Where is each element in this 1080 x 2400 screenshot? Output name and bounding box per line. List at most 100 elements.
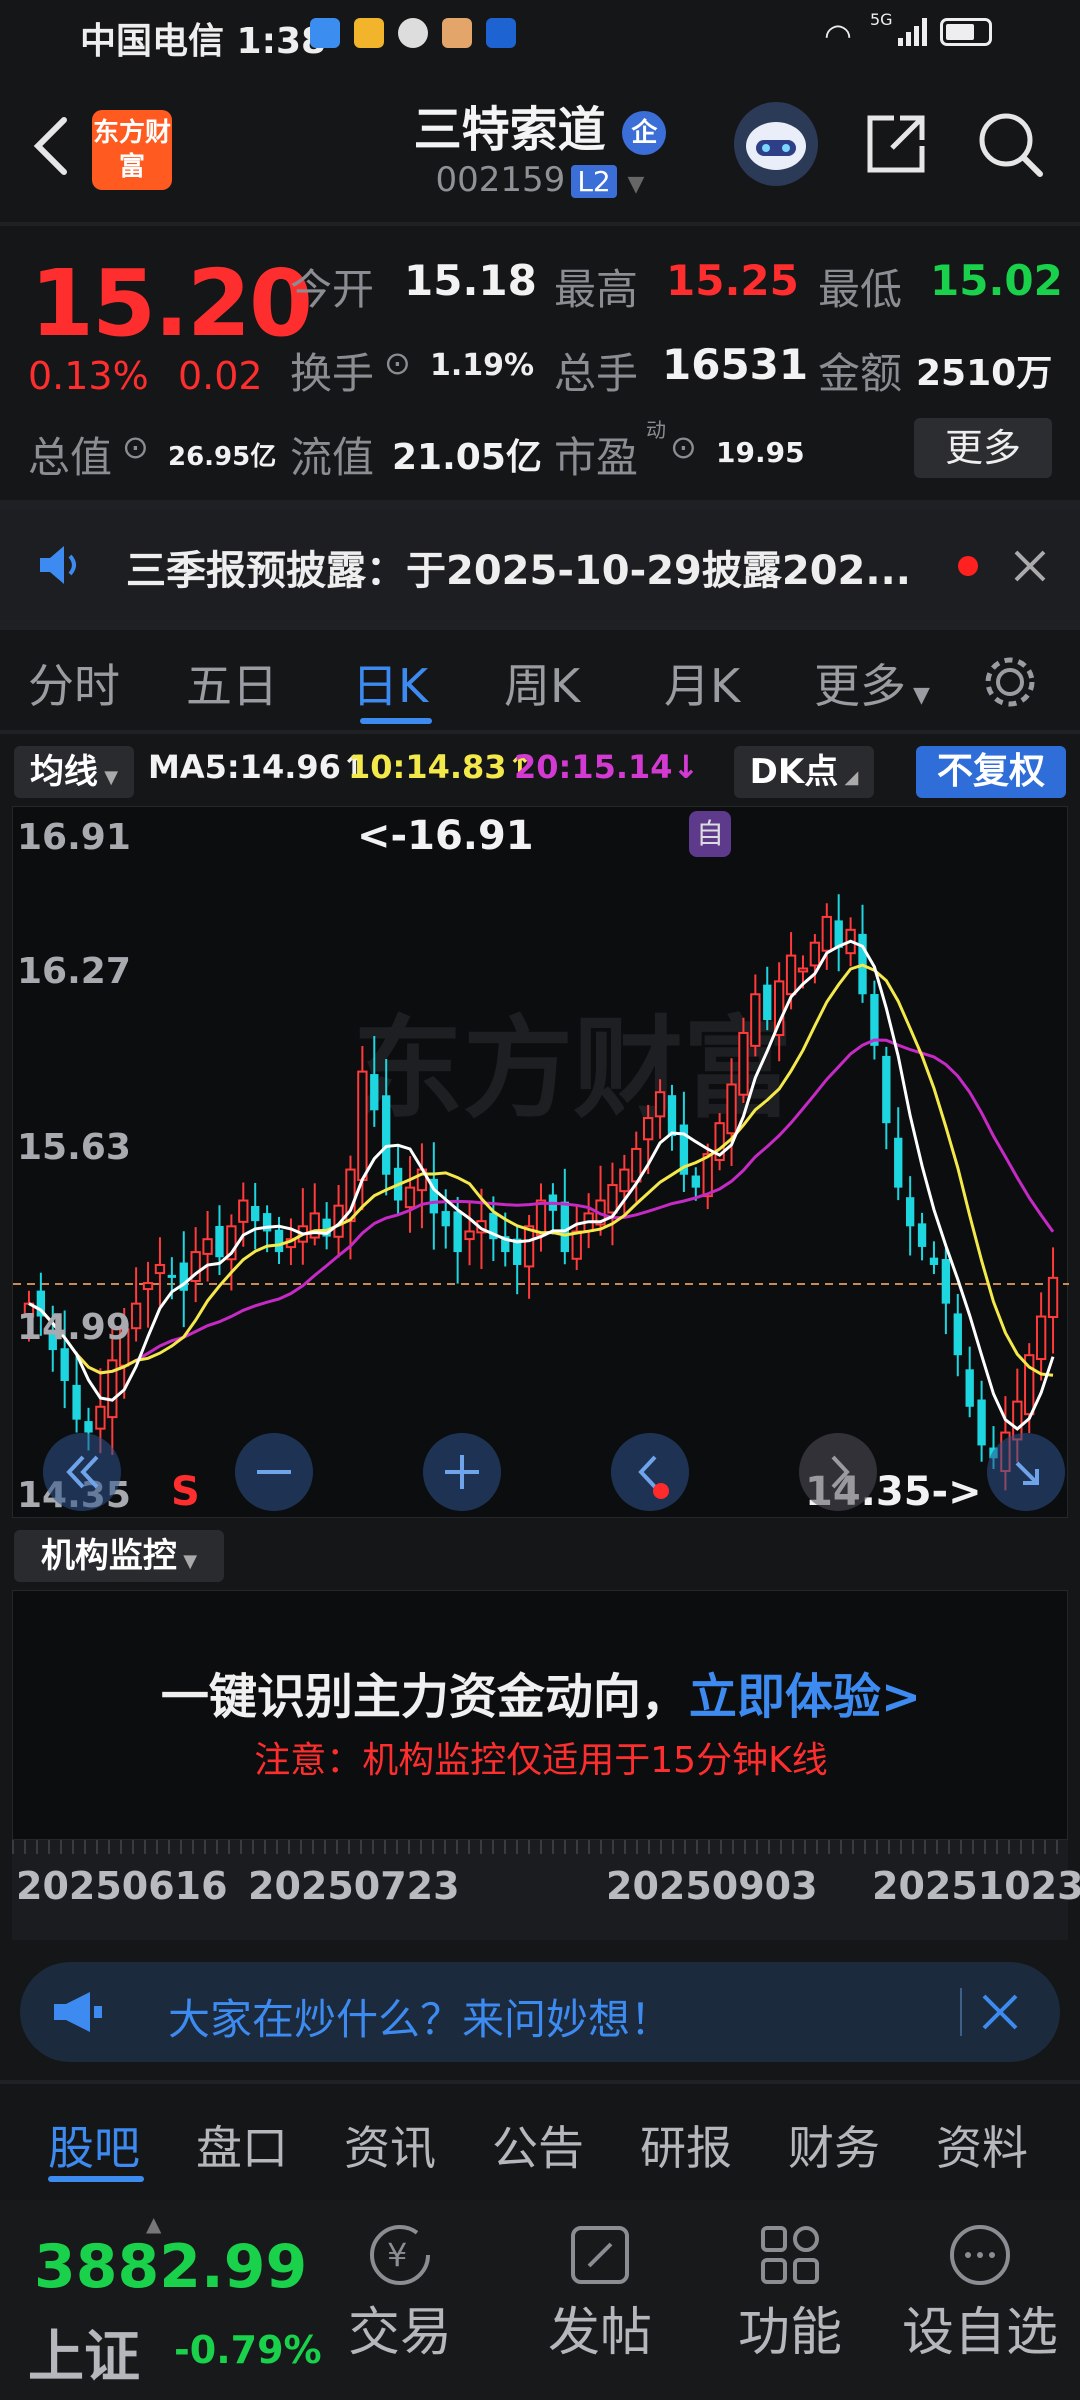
nav-functions-label: 功能 — [737, 2303, 842, 2363]
mcap-label: 总值 — [28, 433, 113, 482]
divider — [0, 500, 1080, 510]
more-button[interactable]: 更多 — [914, 418, 1052, 478]
candle-body — [154, 1263, 166, 1275]
battery-icon — [940, 18, 992, 46]
divider — [0, 222, 1080, 226]
tab-forum[interactable]: 股吧 — [48, 2112, 140, 2178]
candle-body — [977, 1399, 986, 1446]
high-value: 15.25 — [666, 256, 799, 305]
tab-profile[interactable]: 资料 — [936, 2112, 1028, 2178]
cloud-icon — [310, 18, 340, 48]
low-value: 15.02 — [930, 256, 1063, 305]
step-forward-button[interactable] — [799, 1433, 877, 1511]
bank-icon — [486, 18, 516, 48]
stock-code-text: 002159 — [435, 160, 566, 200]
edit-icon — [565, 2220, 635, 2290]
tab-financials[interactable]: 财务 — [788, 2112, 880, 2178]
candle-body — [607, 1184, 618, 1214]
active-tab-indicator — [360, 718, 432, 724]
nav-post[interactable]: 发帖 — [530, 2220, 670, 2365]
candle-body — [821, 915, 832, 952]
status-bar: 中国电信 1:38 ◠ 5G — [0, 0, 1080, 72]
index-change: -0.79% — [174, 2328, 322, 2372]
candle-body — [60, 1348, 69, 1381]
pe-sup: 动 — [646, 418, 666, 442]
notice-bar[interactable]: 三季报预披露：于2025-10-29披露202... — [0, 510, 1080, 620]
volume-label: 总手 — [554, 349, 639, 398]
low-label: 最低 — [818, 265, 903, 314]
candle-body — [72, 1384, 81, 1420]
tab-orderbook[interactable]: 盘口 — [196, 2112, 288, 2178]
nav-add-watchlist[interactable]: 设自选 — [890, 2220, 1070, 2365]
date-label-2: 20250723 — [248, 1864, 460, 1908]
divider — [0, 2080, 1080, 2084]
wifi-icon: ◠ — [824, 16, 852, 54]
info-icon[interactable]: ⊙ — [384, 344, 411, 382]
yen-icon: ¥ — [365, 2220, 435, 2290]
shield-icon — [354, 18, 384, 48]
stock-title: 三特索道 — [413, 102, 606, 158]
status-notification-icons — [310, 18, 516, 48]
change-amount: 0.02 — [178, 354, 263, 398]
divider — [0, 730, 1080, 734]
ask-bar[interactable]: 大家在炒什么？来问妙想！ — [20, 1962, 1060, 2062]
step-back-button[interactable] — [611, 1433, 689, 1511]
info-icon[interactable]: ⊙ — [670, 428, 697, 466]
candle-body — [965, 1369, 974, 1407]
zoom-out-button[interactable] — [235, 1433, 313, 1511]
tab-monthly-k[interactable]: 月K — [664, 650, 740, 716]
zoom-in-button[interactable] — [423, 1433, 501, 1511]
fq-button[interactable]: 不复权 — [916, 746, 1066, 798]
assistant-robot-icon[interactable] — [734, 102, 818, 186]
status-time: 中国电信 1:38 — [80, 21, 327, 62]
close-icon[interactable] — [980, 1992, 1020, 2032]
inst-headline: 一键识别主力资金动向， — [160, 1669, 689, 1725]
inst-cta-link[interactable]: 立即体验> — [689, 1669, 921, 1725]
candle-body — [702, 1153, 713, 1198]
share-icon[interactable] — [860, 108, 932, 180]
ma-select[interactable]: 均线 ▼ — [14, 746, 134, 798]
timeline-ticks — [12, 1840, 1068, 1854]
candle-body — [667, 1095, 677, 1137]
tab-announcements[interactable]: 公告 — [492, 2112, 584, 2178]
nav-trade[interactable]: ¥ 交易 — [330, 2220, 470, 2365]
inst-select[interactable]: 机构监控 ▼ — [14, 1530, 224, 1582]
candle-body — [905, 1197, 915, 1227]
ma-select-label: 均线 — [29, 752, 98, 792]
dk-point-select[interactable]: DK点 ◢ — [734, 746, 874, 798]
y-label-2: 16.27 — [17, 951, 131, 992]
tab-weekly-k[interactable]: 周K — [504, 650, 580, 716]
index-value[interactable]: 3882.99 — [34, 2232, 307, 2302]
close-icon[interactable] — [1010, 546, 1050, 586]
corner-icon: ◢ — [838, 767, 859, 788]
divider — [0, 620, 1080, 630]
tab-five-day[interactable]: 五日 — [186, 650, 278, 716]
tab-news[interactable]: 资讯 — [344, 2112, 436, 2178]
open-value: 15.18 — [404, 256, 537, 305]
dk-label: DK点 — [749, 752, 839, 792]
ma10-label: 10:14.83↑ — [348, 748, 534, 786]
nav-add-watchlist-label: 设自选 — [901, 2303, 1058, 2363]
kline-svg: 东方财富 — [13, 894, 1069, 1491]
candle-body — [654, 1091, 666, 1118]
candle-body — [894, 1137, 903, 1188]
scroll-left-button[interactable] — [43, 1433, 121, 1511]
inst-promo: 一键识别主力资金动向，立即体验> — [13, 1657, 1069, 1727]
self-select-tag[interactable]: 自 — [689, 811, 731, 857]
nav-trade-label: 交易 — [347, 2303, 452, 2363]
chevron-down-icon: ▼ — [906, 683, 930, 708]
expand-button[interactable] — [987, 1433, 1065, 1511]
kline-chart[interactable]: 东方财富 16.91 16.27 15.63 14.99 14.35 <-16.… — [12, 806, 1069, 1518]
nav-functions[interactable]: 功能 — [720, 2220, 860, 2365]
candle-body — [738, 1031, 749, 1096]
settings-gear-icon[interactable] — [980, 652, 1040, 712]
candle-body — [785, 954, 797, 996]
tab-intraday[interactable]: 分时 — [28, 650, 120, 716]
info-icon[interactable]: ⊙ — [122, 428, 149, 466]
candle-body — [726, 1083, 737, 1135]
tab-more[interactable]: 更多 ▼ — [814, 650, 930, 716]
tab-research[interactable]: 研报 — [640, 2112, 732, 2178]
search-icon[interactable] — [974, 108, 1046, 180]
chevron-down-icon: ▼ — [627, 172, 645, 197]
tab-daily-k[interactable]: 日K — [352, 650, 428, 716]
